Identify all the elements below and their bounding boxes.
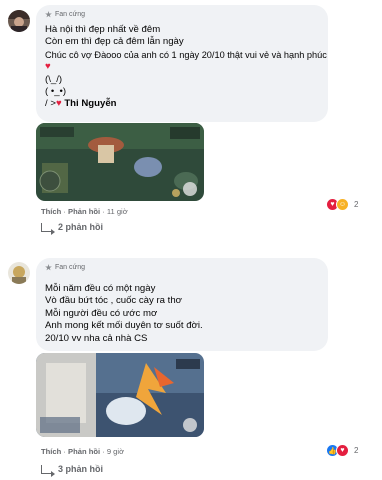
comment-actions: Thích · Phản hồi · 11 giờ xyxy=(41,207,128,216)
view-replies-link[interactable]: 2 phản hồi xyxy=(41,222,103,235)
comment-line: (\_/) xyxy=(45,73,63,85)
comment-image[interactable] xyxy=(36,123,204,201)
reaction-summary[interactable]: ♥ ☺ 2 xyxy=(326,198,358,211)
heart-icon: ♥ xyxy=(55,98,62,110)
comment-line: Hà nội thì đẹp nhất về đêm xyxy=(45,24,161,35)
view-replies-link[interactable]: 3 phản hồi xyxy=(41,464,103,477)
star-icon xyxy=(45,11,52,18)
comment-line: 20/10 vv nha cả nhà CS xyxy=(45,332,148,344)
comment-actions: Thích · Phản hồi · 9 giờ xyxy=(41,447,125,456)
love-reaction-icon: ♥ xyxy=(336,444,349,457)
mention-link[interactable]: Thi Nguyễn xyxy=(64,98,116,109)
reaction-count: 2 xyxy=(354,200,359,209)
comment-text: Hà nội thì đẹp nhất về đêm Còn em thì đẹ… xyxy=(45,24,327,111)
reaction-count: 2 xyxy=(354,446,359,455)
reply-button[interactable]: Phản hồi xyxy=(68,447,100,456)
reply-arrow-icon xyxy=(41,464,55,477)
like-button[interactable]: Thích xyxy=(41,207,61,216)
comment-line-mention: / >♥ Thi Nguyễn xyxy=(45,98,117,110)
comment-line: Vò đầu bứt tóc , cuốc cày ra thơ xyxy=(45,295,182,307)
badge-label: Fan cứng xyxy=(55,11,85,18)
fan-badge: Fan cứng xyxy=(45,264,85,271)
reply-arrow-icon xyxy=(41,222,55,235)
star-icon xyxy=(45,264,52,271)
badge-label: Fan cứng xyxy=(55,264,85,271)
avatar[interactable] xyxy=(8,262,30,284)
heart-icon: ♥ xyxy=(45,61,51,73)
fan-badge: Fan cứng xyxy=(45,11,85,18)
comment-image[interactable] xyxy=(36,353,204,437)
comment-line: Chúc cô vợ Đàooo của anh có 1 ngày 20/10… xyxy=(45,49,327,60)
comment-text: Mỗi năm đều có một ngày Vò đầu bứt tóc ,… xyxy=(45,283,203,345)
like-button[interactable]: Thích xyxy=(41,447,61,456)
comment-bubble: Fan cứng Mỗi năm đều có một ngày Vò đầu … xyxy=(36,258,328,351)
comment-line: Mỗi năm đều có một ngày xyxy=(45,283,156,294)
comment-bubble: Fan cứng Hà nội thì đẹp nhất về đêm Còn … xyxy=(36,5,328,122)
timestamp: 11 giờ xyxy=(106,207,128,216)
comment-line: ( •_•) xyxy=(45,86,67,98)
comment-line: Anh mong kết mối duyên tơ suốt đời. xyxy=(45,320,203,332)
avatar[interactable] xyxy=(8,10,30,32)
haha-reaction-icon: ☺ xyxy=(336,198,349,211)
replies-count: 3 phản hồi xyxy=(58,464,103,474)
replies-count: 2 phản hồi xyxy=(58,222,103,232)
comment-line: Còn em thì đẹp cả đêm lẫn ngày xyxy=(45,36,184,48)
reply-button[interactable]: Phản hồi xyxy=(68,207,100,216)
comment-line: Mỗi người đều có ước mơ xyxy=(45,307,158,319)
timestamp: 9 giờ xyxy=(106,447,125,456)
reaction-summary[interactable]: 👍 ♥ 2 xyxy=(326,444,358,457)
